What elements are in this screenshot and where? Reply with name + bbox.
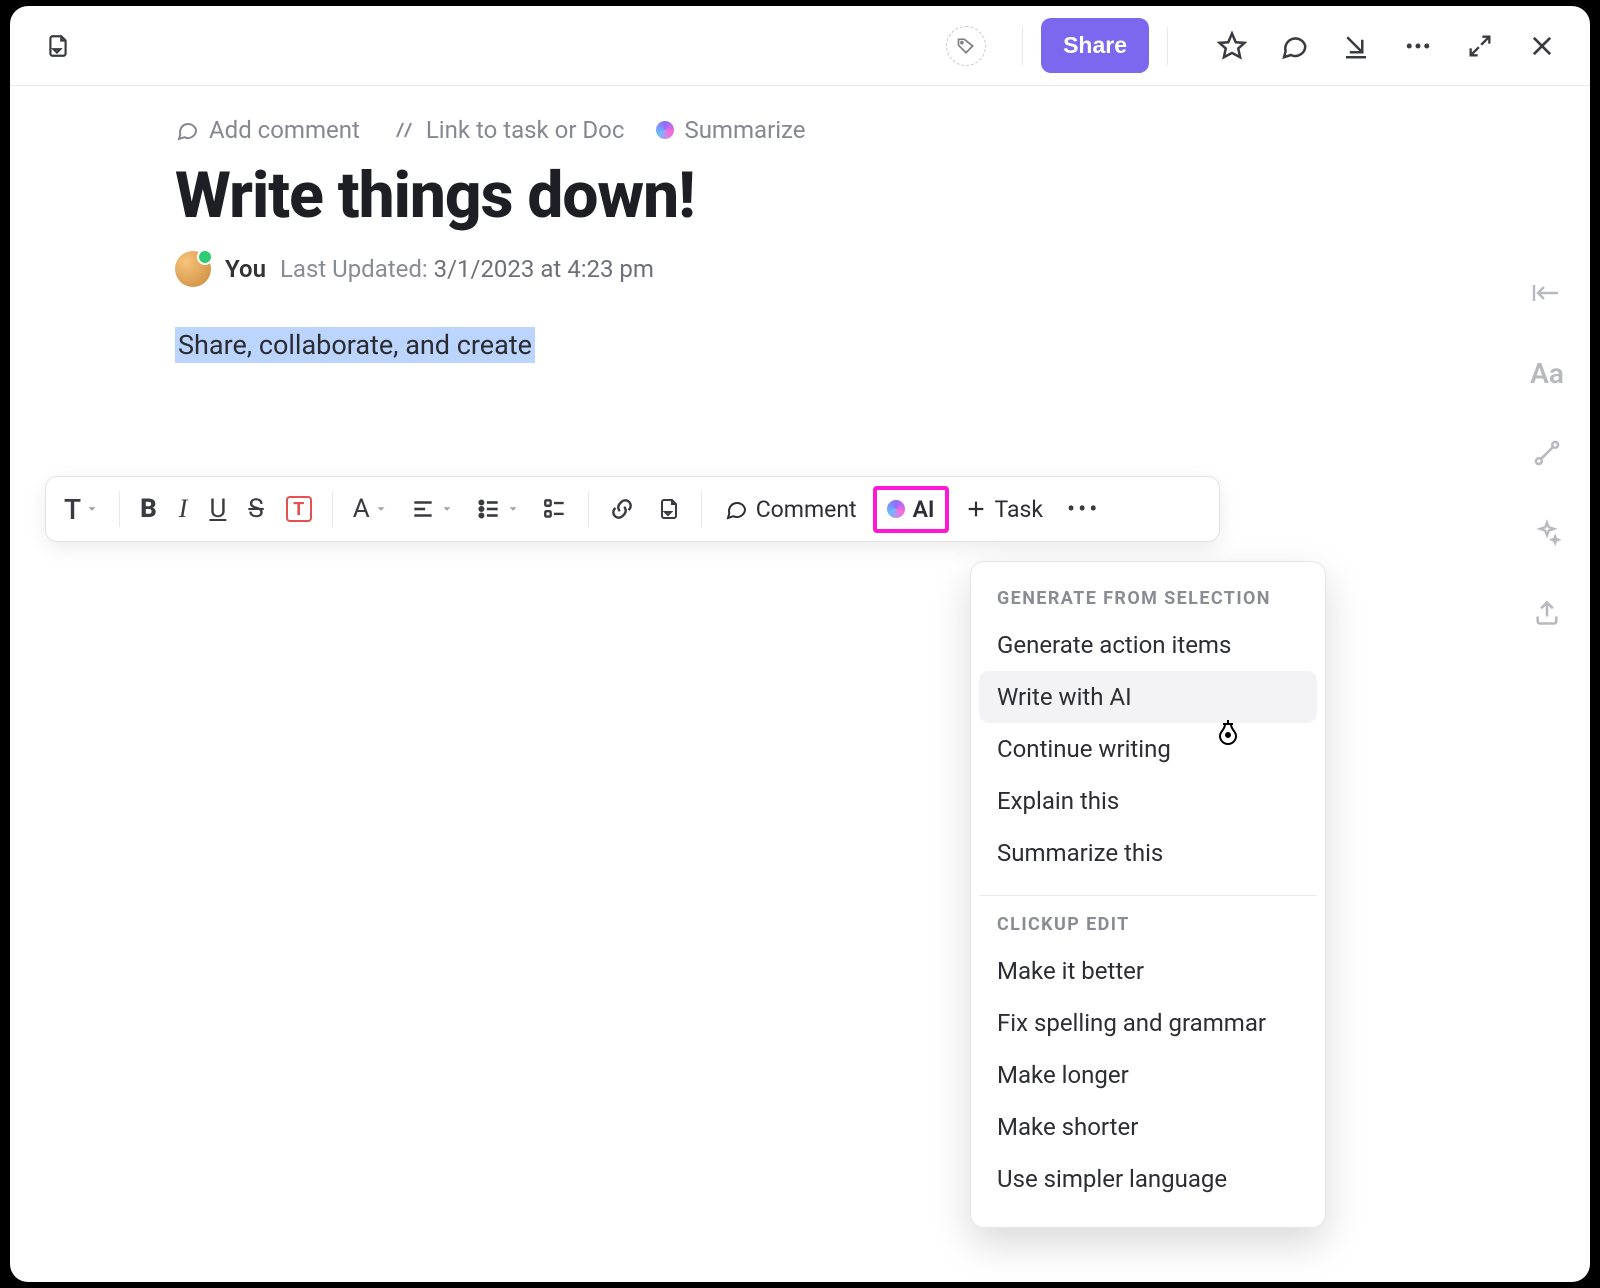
italic-button[interactable]: I (171, 486, 196, 532)
ai-section-edit-heading: CLICKUP EDIT (979, 906, 1317, 945)
share-button[interactable]: Share (1041, 18, 1149, 73)
relations-icon[interactable] (1530, 436, 1564, 470)
ai-icon (887, 500, 905, 518)
summarize-label: Summarize (684, 116, 805, 144)
text-style-button[interactable]: T (56, 486, 107, 532)
ai-item-summarize-this[interactable]: Summarize this (979, 827, 1317, 879)
page-title[interactable]: Write things down! (175, 158, 1410, 233)
font-button[interactable]: A (345, 486, 396, 532)
divider (119, 491, 120, 527)
doc-window: Share Ad (10, 6, 1590, 1282)
right-rail: Aa (1530, 276, 1564, 630)
collapse-icon[interactable] (1530, 276, 1564, 310)
summarize-action[interactable]: Summarize (656, 116, 805, 144)
formatting-toolbar: T B I U S T A (45, 476, 1220, 542)
ai-item-write-with-ai[interactable]: Write with AI (979, 671, 1317, 723)
ai-button[interactable]: AI (873, 486, 949, 533)
divider (1022, 27, 1023, 65)
last-updated-value: 3/1/2023 at 4:23 pm (434, 255, 654, 283)
close-icon[interactable] (1524, 28, 1560, 64)
divider (979, 895, 1317, 896)
insert-doc-button[interactable] (649, 486, 689, 532)
comments-icon[interactable] (1276, 28, 1312, 64)
strikethrough-button[interactable]: S (240, 486, 271, 532)
ai-item-fix-spelling[interactable]: Fix spelling and grammar (979, 997, 1317, 1049)
ai-item-simpler-language[interactable]: Use simpler language (979, 1153, 1317, 1205)
ai-item-continue-writing[interactable]: Continue writing (979, 723, 1317, 775)
download-icon[interactable] (1338, 28, 1374, 64)
last-updated-prefix: Last Updated: (280, 255, 428, 283)
toolbar-more-button[interactable]: ••• (1059, 486, 1108, 532)
top-bar: Share (10, 6, 1590, 86)
author-name: You (225, 255, 266, 283)
doc-template-icon[interactable] (40, 28, 76, 64)
add-comment-action[interactable]: Add comment (175, 116, 360, 144)
bullet-list-button[interactable] (468, 486, 528, 532)
task-button[interactable]: Task (955, 496, 1054, 523)
ai-sparkle-icon[interactable] (1530, 516, 1564, 550)
top-right-icons (1214, 28, 1560, 64)
divider (1167, 27, 1168, 65)
bold-button[interactable]: B (132, 486, 165, 532)
expand-icon[interactable] (1462, 28, 1498, 64)
ai-section-generate-heading: GENERATE FROM SELECTION (979, 580, 1317, 619)
content-area[interactable]: Share, collaborate, and create (175, 329, 1410, 361)
more-menu-icon[interactable] (1400, 28, 1436, 64)
divider (701, 491, 702, 527)
task-button-label: Task (995, 496, 1044, 523)
divider (588, 491, 589, 527)
ai-item-explain-this[interactable]: Explain this (979, 775, 1317, 827)
comment-button-label: Comment (756, 496, 857, 523)
ai-item-make-longer[interactable]: Make longer (979, 1049, 1317, 1101)
link-task-label: Link to task or Doc (426, 116, 625, 144)
ai-item-generate-action-items[interactable]: Generate action items (979, 619, 1317, 671)
avatar[interactable] (175, 251, 211, 287)
ai-item-make-shorter[interactable]: Make shorter (979, 1101, 1317, 1153)
checklist-button[interactable] (534, 486, 576, 532)
text-color-button[interactable]: T (278, 486, 320, 532)
divider (332, 491, 333, 527)
add-tag-button[interactable] (946, 26, 986, 66)
comment-button[interactable]: Comment (714, 496, 867, 523)
byline: You Last Updated: 3/1/2023 at 4:23 pm (175, 251, 1410, 287)
last-updated: Last Updated: 3/1/2023 at 4:23 pm (280, 255, 654, 283)
link-task-action[interactable]: Link to task or Doc (392, 116, 625, 144)
ai-dropdown: GENERATE FROM SELECTION Generate action … (970, 561, 1326, 1228)
typography-icon[interactable]: Aa (1530, 356, 1564, 390)
underline-button[interactable]: U (201, 486, 234, 532)
ai-button-label: AI (913, 496, 935, 523)
cursor-icon (1216, 718, 1240, 746)
share-export-icon[interactable] (1530, 596, 1564, 630)
selected-text[interactable]: Share, collaborate, and create (175, 327, 535, 363)
add-comment-label: Add comment (209, 116, 360, 144)
favorite-icon[interactable] (1214, 28, 1250, 64)
link-button[interactable] (601, 486, 643, 532)
document-body: Add comment Link to task or Doc Summariz… (10, 86, 1590, 401)
ai-icon (656, 121, 674, 139)
ai-item-make-better[interactable]: Make it better (979, 945, 1317, 997)
align-button[interactable] (402, 486, 462, 532)
quick-actions: Add comment Link to task or Doc Summariz… (175, 116, 1410, 144)
